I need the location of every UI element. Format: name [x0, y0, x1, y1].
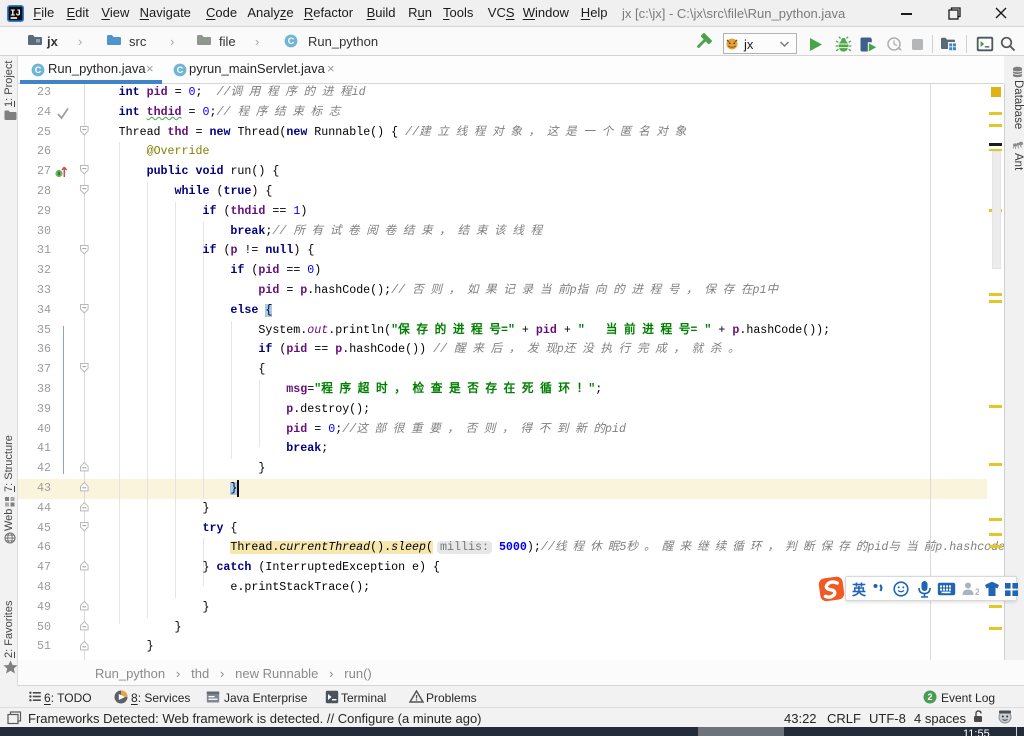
svg-text:C: C — [177, 65, 184, 75]
svg-text:C: C — [288, 36, 295, 46]
svg-text:2: 2 — [975, 587, 979, 597]
svg-text:2: 2 — [927, 692, 932, 702]
svg-text:C: C — [35, 65, 42, 75]
svg-text:IJ: IJ — [10, 9, 21, 19]
